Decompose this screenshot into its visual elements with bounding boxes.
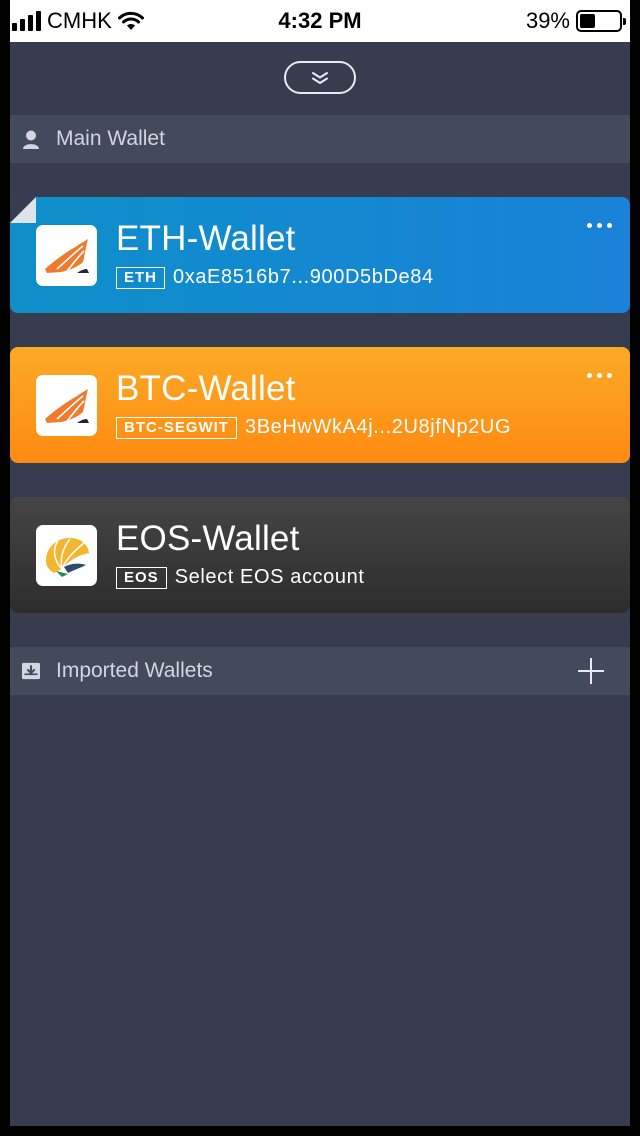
eos-wallet-card[interactable]: EOS-Wallet EOS Select EOS account [10, 497, 630, 613]
btc-wallet-card[interactable]: BTC-Wallet BTC-SEGWIT 3BeHwWkA4j...2U8jf… [10, 347, 630, 463]
double-chevron-down-icon [312, 71, 328, 84]
status-bar: CMHK 4:32 PM 39% [10, 0, 630, 42]
more-dot [587, 373, 592, 378]
selected-corner-marker [10, 197, 36, 223]
eos-wallet-meta: EOS Select EOS account [116, 566, 364, 589]
eos-wallet-name: EOS-Wallet [116, 519, 300, 558]
eth-wallet-card[interactable]: ETH-Wallet ETH 0xaE8516b7...900D5bDe84 [10, 197, 630, 313]
more-dot [597, 373, 602, 378]
imported-wallets-header: Imported Wallets [10, 647, 630, 695]
more-dot [597, 223, 602, 228]
battery-icon [576, 10, 626, 32]
conch-shell-icon [44, 388, 89, 423]
main-wallet-header: Main Wallet [10, 115, 630, 163]
eos-shell-icon [45, 537, 89, 577]
eth-wallet-logo [36, 225, 97, 286]
eth-wallet-address: 0xaE8516b7...900D5bDe84 [173, 266, 434, 288]
conch-shell-icon [44, 238, 89, 273]
more-dot [607, 373, 612, 378]
btc-wallet-name: BTC-Wallet [116, 369, 296, 408]
btc-wallet-meta: BTC-SEGWIT 3BeHwWkA4j...2U8jfNp2UG [116, 416, 511, 439]
eth-more-button[interactable] [587, 223, 612, 228]
battery-percent: 39% [525, 8, 570, 33]
btc-wallet-logo [36, 375, 97, 436]
btc-more-button[interactable] [587, 373, 612, 378]
eos-select-account-link[interactable]: Select EOS account [175, 566, 365, 589]
eos-chain-tag: EOS [116, 566, 167, 589]
battery-fill [580, 14, 595, 28]
eth-wallet-name: ETH-Wallet [116, 219, 296, 258]
btc-wallet-address: 3BeHwWkA4j...2U8jfNp2UG [245, 416, 512, 438]
download-tray-icon [22, 662, 40, 680]
status-right: 39% [525, 8, 626, 34]
eth-wallet-meta: ETH 0xaE8516b7...900D5bDe84 [116, 266, 434, 289]
more-dot [607, 223, 612, 228]
plus-icon[interactable] [576, 656, 606, 686]
main-wallet-title: Main Wallet [56, 127, 165, 150]
more-dot [587, 223, 592, 228]
btc-chain-tag: BTC-SEGWIT [116, 416, 237, 439]
eos-wallet-logo [36, 525, 97, 586]
user-icon [22, 130, 40, 149]
wallet-screen: CMHK 4:32 PM 39% Main Wallet ETH-Wallet … [10, 0, 630, 1126]
eth-chain-tag: ETH [116, 266, 165, 289]
collapse-button[interactable] [284, 61, 356, 94]
imported-wallets-title: Imported Wallets [56, 659, 213, 682]
